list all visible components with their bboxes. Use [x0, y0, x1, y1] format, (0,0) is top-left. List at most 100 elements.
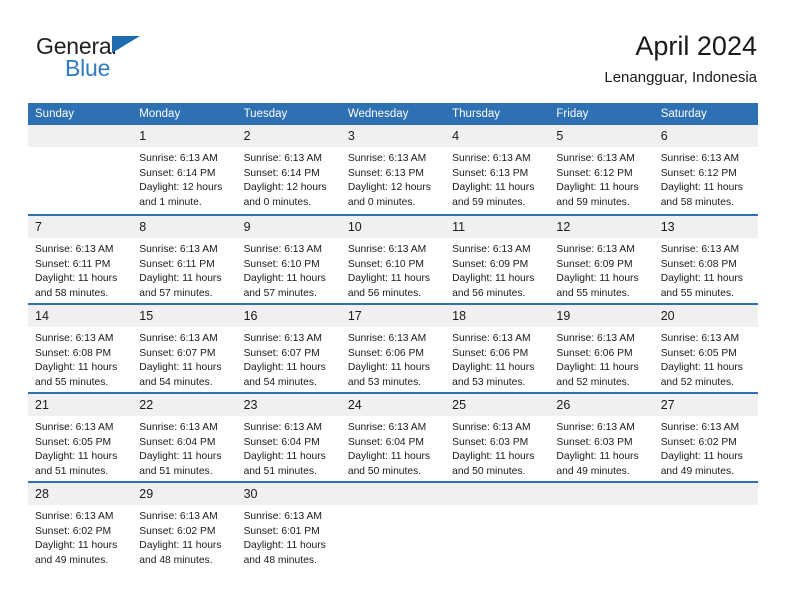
day-number-band: 21 [28, 394, 133, 416]
calendar-day-cell[interactable]: 18 Sunrise: 6:13 AM Sunset: 6:06 PM Dayligh… [445, 305, 550, 392]
calendar-day-cell[interactable]: 27 Sunrise: 6:13 AM Sunset: 6:02 PM Dayligh… [653, 394, 758, 481]
sunrise-time: Sunrise: 6:13 AM [243, 153, 322, 164]
calendar-day-cell[interactable]: 9 Sunrise: 6:13 AM Sunset: 6:10 PM Daylight… [236, 216, 341, 303]
calendar-day-cell[interactable]: 26 Sunrise: 6:13 AM Sunset: 6:03 PM Dayligh… [549, 394, 654, 481]
day-details: Sunrise: 6:13 AM Sunset: 6:07 PM Daylight:… [237, 327, 341, 390]
daylight-duration-line1: Daylight: 12 hours [139, 182, 223, 194]
daylight-duration-line1: Daylight: 11 hours [660, 362, 743, 374]
calendar-day-cell[interactable]: 16 Sunrise: 6:13 AM Sunset: 6:07 PM Dayligh… [236, 305, 341, 392]
calendar-day-cell[interactable]: 22 Sunrise: 6:13 AM Sunset: 6:04 PM Dayligh… [132, 394, 237, 481]
calendar-day-cell[interactable]: 5 Sunrise: 6:13 AM Sunset: 6:12 PM Daylight… [549, 125, 654, 214]
sunrise-time: Sunrise: 6:13 AM [556, 333, 635, 344]
day-number: 23 [243, 398, 258, 412]
day-details: Sunrise: 6:13 AM Sunset: 6:07 PM Daylight:… [132, 327, 236, 390]
calendar-day-cell-empty [549, 483, 654, 570]
sunrise-time: Sunrise: 6:13 AM [660, 244, 740, 255]
day-details: Sunrise: 6:13 AM Sunset: 6:12 PM Daylight:… [549, 147, 653, 210]
sunset-time: Sunset: 6:02 PM [660, 436, 737, 448]
sunset-time: Sunset: 6:04 PM [347, 436, 424, 448]
day-number-band: 25 [445, 394, 550, 416]
calendar-day-cell[interactable]: 10 Sunrise: 6:13 AM Sunset: 6:10 PM Dayligh… [340, 216, 446, 303]
daylight-duration-line2: and 48 minutes. [139, 554, 213, 566]
daylight-duration-line2: and 50 minutes. [452, 465, 526, 477]
calendar-day-cell[interactable]: 6 Sunrise: 6:13 AM Sunset: 6:12 PM Daylight… [653, 125, 758, 214]
day-details: Sunrise: 6:13 AM Sunset: 6:14 PM Daylight:… [237, 147, 341, 210]
sunset-time: Sunset: 6:02 PM [35, 525, 112, 537]
calendar-day-cell[interactable]: 29 Sunrise: 6:13 AM Sunset: 6:02 PM Dayligh… [132, 483, 237, 570]
day-details: Sunrise: 6:13 AM Sunset: 6:10 PM Daylight:… [341, 238, 445, 301]
sunset-time: Sunset: 6:10 PM [243, 258, 320, 270]
calendar-day-cell[interactable]: 28 Sunrise: 6:13 AM Sunset: 6:02 PM Dayligh… [28, 483, 133, 570]
day-number: 10 [347, 220, 362, 234]
day-number-band: 17 [340, 305, 446, 327]
weekday-header-friday: Friday [556, 108, 589, 120]
sunrise-time: Sunrise: 6:13 AM [660, 422, 740, 433]
sunset-time: Sunset: 6:10 PM [347, 258, 424, 270]
sunrise-time: Sunrise: 6:13 AM [243, 511, 322, 522]
sunset-time: Sunset: 6:08 PM [660, 258, 737, 270]
sunset-time: Sunset: 6:13 PM [452, 167, 529, 179]
calendar-day-cell[interactable]: 12 Sunrise: 6:13 AM Sunset: 6:09 PM Dayligh… [549, 216, 654, 303]
sunset-time: Sunset: 6:01 PM [243, 525, 320, 537]
calendar-day-cell[interactable]: 11 Sunrise: 6:13 AM Sunset: 6:09 PM Dayligh… [445, 216, 550, 303]
general-blue-logo[interactable]: General Blue [36, 33, 236, 85]
day-number: 2 [243, 129, 251, 143]
day-details: Sunrise: 6:13 AM Sunset: 6:05 PM Daylight:… [654, 327, 758, 390]
calendar-day-cell[interactable]: 13 Sunrise: 6:13 AM Sunset: 6:08 PM Dayligh… [653, 216, 758, 303]
sunrise-time: Sunrise: 6:13 AM [243, 422, 322, 433]
calendar-day-cell[interactable]: 4 Sunrise: 6:13 AM Sunset: 6:13 PM Daylight… [445, 125, 550, 214]
calendar-day-cell[interactable]: 25 Sunrise: 6:13 AM Sunset: 6:03 PM Dayligh… [445, 394, 550, 481]
calendar-day-cell[interactable]: 24 Sunrise: 6:13 AM Sunset: 6:04 PM Dayligh… [340, 394, 446, 481]
calendar-day-cell[interactable]: 17 Sunrise: 6:13 AM Sunset: 6:06 PM Dayligh… [340, 305, 446, 392]
day-details: Sunrise: 6:13 AM Sunset: 6:02 PM Daylight:… [654, 416, 758, 479]
calendar-day-cell[interactable]: 7 Sunrise: 6:13 AM Sunset: 6:11 PM Daylight… [28, 216, 133, 303]
daylight-duration-line1: Daylight: 11 hours [35, 540, 118, 552]
sunrise-time: Sunrise: 6:13 AM [35, 333, 114, 344]
calendar-day-cell[interactable]: 8 Sunrise: 6:13 AM Sunset: 6:11 PM Daylight… [132, 216, 237, 303]
day-details: Sunrise: 6:13 AM Sunset: 6:12 PM Daylight:… [654, 147, 758, 210]
day-number-band: 8 [132, 216, 237, 238]
day-details: Sunrise: 6:13 AM Sunset: 6:13 PM Daylight:… [341, 147, 445, 210]
calendar-day-cell[interactable]: 19 Sunrise: 6:13 AM Sunset: 6:06 PM Dayligh… [549, 305, 654, 392]
daylight-duration-line2: and 48 minutes. [243, 554, 317, 566]
sunset-time: Sunset: 6:07 PM [243, 347, 320, 359]
day-number: 9 [243, 220, 251, 234]
day-number: 3 [347, 129, 355, 143]
daylight-duration-line2: and 0 minutes. [347, 196, 416, 208]
sunset-time: Sunset: 6:06 PM [452, 347, 529, 359]
sunrise-time: Sunrise: 6:13 AM [556, 244, 635, 255]
day-number-band: 30 [236, 483, 341, 505]
calendar-day-cell[interactable]: 1 Sunrise: 6:13 AM Sunset: 6:14 PM Daylight… [132, 125, 237, 214]
daylight-duration-line1: Daylight: 11 hours [243, 540, 326, 552]
weekday-header-saturday: Saturday [660, 108, 707, 120]
sunset-time: Sunset: 6:07 PM [139, 347, 216, 359]
sunset-time: Sunset: 6:05 PM [35, 436, 112, 448]
daylight-duration-line2: and 57 minutes. [243, 287, 317, 299]
day-number-band: 15 [132, 305, 237, 327]
day-number: 7 [35, 220, 42, 234]
daylight-duration-line1: Daylight: 11 hours [139, 362, 222, 374]
calendar-day-cell[interactable]: 2 Sunrise: 6:13 AM Sunset: 6:14 PM Daylight… [236, 125, 341, 214]
daylight-duration-line1: Daylight: 11 hours [35, 451, 118, 463]
calendar-day-cell[interactable]: 23 Sunrise: 6:13 AM Sunset: 6:04 PM Dayligh… [236, 394, 341, 481]
calendar-day-cell[interactable]: 20 Sunrise: 6:13 AM Sunset: 6:05 PM Dayligh… [653, 305, 758, 392]
day-number-band: 1 [132, 125, 237, 147]
day-number: 26 [556, 398, 571, 412]
daylight-duration-line2: and 1 minute. [139, 196, 202, 208]
day-details: Sunrise: 6:13 AM Sunset: 6:09 PM Daylight:… [445, 238, 549, 301]
calendar-day-cell[interactable]: 14 Sunrise: 6:13 AM Sunset: 6:08 PM Dayligh… [28, 305, 133, 392]
day-details: Sunrise: 6:13 AM Sunset: 6:08 PM Daylight:… [28, 327, 132, 390]
daylight-duration-line1: Daylight: 12 hours [243, 182, 327, 194]
calendar-day-cell[interactable]: 3 Sunrise: 6:13 AM Sunset: 6:13 PM Daylight… [340, 125, 446, 214]
day-number-band: 20 [653, 305, 758, 327]
calendar-day-cell[interactable]: 30 Sunrise: 6:13 AM Sunset: 6:01 PM Dayligh… [236, 483, 341, 570]
daylight-duration-line2: and 59 minutes. [556, 196, 630, 208]
title-block: April 2024 Lenangguar, Indonesia [604, 30, 757, 87]
calendar-day-cell[interactable]: 21 Sunrise: 6:13 AM Sunset: 6:05 PM Dayligh… [28, 394, 133, 481]
sunrise-time: Sunrise: 6:13 AM [347, 153, 427, 164]
day-number-band: 9 [236, 216, 341, 238]
sunset-time: Sunset: 6:04 PM [139, 436, 216, 448]
day-number: 13 [660, 220, 675, 234]
calendar-day-cell[interactable]: 15 Sunrise: 6:13 AM Sunset: 6:07 PM Dayligh… [132, 305, 237, 392]
day-details: Sunrise: 6:13 AM Sunset: 6:11 PM Daylight:… [28, 238, 132, 301]
